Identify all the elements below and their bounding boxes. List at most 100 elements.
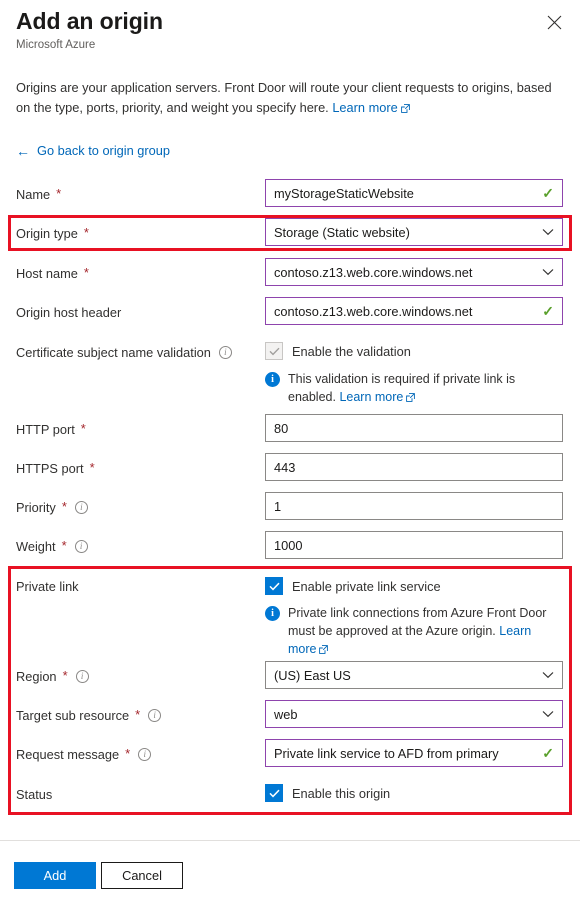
add-origin-dialog: Add an origin Microsoft Azure Origins ar…	[0, 0, 580, 905]
field-row-host-name: Host name * contoso.z13.web.core.windows.…	[0, 258, 580, 288]
http-port-label: HTTP port *	[16, 414, 86, 444]
cert-validation-learn-more-link[interactable]: Learn more	[339, 390, 403, 404]
region-dropdown[interactable]: (US) East US	[265, 661, 563, 689]
back-arrow-icon: ←	[16, 142, 30, 159]
required-marker: *	[83, 225, 89, 240]
field-row-target-sub-resource: Target sub resource * i web	[0, 700, 580, 730]
origin-host-header-value: contoso.z13.web.core.windows.net	[274, 303, 473, 319]
info-icon[interactable]: i	[138, 747, 152, 761]
info-icon[interactable]: i	[74, 539, 88, 553]
chevron-down-icon	[542, 228, 554, 236]
info-badge-icon: i	[265, 372, 280, 387]
host-name-dropdown[interactable]: contoso.z13.web.core.windows.net	[265, 258, 563, 286]
cancel-button[interactable]: Cancel	[101, 862, 183, 889]
private-link-info-text: Private link connections from Azure Fron…	[288, 604, 555, 658]
info-icon[interactable]: i	[75, 669, 89, 683]
target-sub-resource-label-text: Target sub resource	[16, 707, 130, 723]
valid-check-icon: ✓	[542, 303, 554, 319]
target-sub-resource-dropdown[interactable]: web	[265, 700, 563, 728]
field-row-https-port: HTTPS port * 443	[0, 453, 580, 483]
info-icon[interactable]: i	[218, 345, 232, 359]
chevron-down-icon	[542, 268, 554, 276]
target-sub-resource-label: Target sub resource * i	[16, 700, 162, 730]
field-row-origin-type: Origin type * Storage (Static website)	[0, 218, 580, 248]
info-icon[interactable]: i	[148, 708, 162, 722]
weight-label: Weight * i	[16, 531, 88, 561]
required-marker: *	[61, 538, 67, 553]
origin-type-label: Origin type *	[16, 218, 89, 248]
host-name-value: contoso.z13.web.core.windows.net	[274, 264, 473, 280]
close-icon[interactable]	[540, 8, 568, 36]
required-marker: *	[61, 499, 67, 514]
external-link-icon	[400, 104, 410, 113]
origin-type-label-text: Origin type	[16, 225, 78, 241]
request-message-input[interactable]: Private link service to AFD from primary…	[265, 739, 563, 767]
cert-validation-checkbox	[265, 342, 283, 360]
required-marker: *	[125, 746, 131, 761]
origin-type-dropdown[interactable]: Storage (Static website)	[265, 218, 563, 246]
go-back-label: Go back to origin group	[37, 143, 171, 158]
status-checkbox-row[interactable]: Enable this origin	[265, 783, 390, 803]
priority-label: Priority * i	[16, 492, 88, 522]
cert-validation-info-text: This validation is required if private l…	[288, 370, 555, 406]
http-port-value: 80	[274, 420, 289, 436]
https-port-label: HTTPS port *	[16, 453, 95, 483]
valid-check-icon: ✓	[542, 745, 554, 761]
info-icon[interactable]: i	[74, 500, 88, 514]
priority-label-text: Priority	[16, 499, 56, 515]
field-row-http-port: HTTP port * 80	[0, 414, 580, 444]
origin-type-value: Storage (Static website)	[274, 224, 410, 240]
intro-text: Origins are your application servers. Fr…	[16, 80, 552, 115]
cert-validation-checkbox-row[interactable]: Enable the validation	[265, 341, 411, 361]
field-row-weight: Weight * i 1000	[0, 531, 580, 561]
priority-input[interactable]: 1	[265, 492, 563, 520]
name-input[interactable]: myStorageStaticWebsite ✓	[265, 179, 563, 207]
page-title: Add an origin	[16, 8, 163, 34]
status-checkbox	[265, 784, 283, 802]
priority-value: 1	[274, 498, 282, 514]
region-label: Region * i	[16, 661, 89, 691]
target-sub-resource-value: web	[274, 706, 298, 722]
request-message-label-text: Request message	[16, 746, 120, 762]
private-link-checkbox	[265, 577, 283, 595]
http-port-input[interactable]: 80	[265, 414, 563, 442]
cert-validation-checkbox-label: Enable the validation	[292, 343, 411, 359]
weight-label-text: Weight	[16, 538, 56, 554]
host-name-label: Host name *	[16, 258, 89, 288]
footer-divider	[0, 840, 580, 841]
page-subtitle: Microsoft Azure	[16, 39, 96, 51]
required-marker: *	[56, 186, 62, 201]
external-link-icon	[319, 645, 329, 654]
https-port-value: 443	[274, 459, 296, 475]
https-port-label-text: HTTPS port	[16, 460, 84, 476]
required-marker: *	[89, 460, 95, 475]
weight-input[interactable]: 1000	[265, 531, 563, 559]
private-link-label-text: Private link	[16, 578, 79, 594]
field-row-request-message: Request message * i Private link service t…	[0, 739, 580, 769]
dialog-header: Add an origin Microsoft Azure	[16, 6, 163, 53]
add-button[interactable]: Add	[14, 862, 96, 889]
chevron-down-icon	[542, 710, 554, 718]
cert-validation-label: Certificate subject name validation i	[16, 337, 232, 367]
intro-learn-more-link[interactable]: Learn more	[332, 100, 397, 115]
private-link-checkbox-label: Enable private link service	[292, 578, 441, 594]
origin-host-header-label: Origin host header	[16, 297, 121, 327]
field-row-priority: Priority * i 1	[0, 492, 580, 522]
https-port-input[interactable]: 443	[265, 453, 563, 481]
required-marker: *	[80, 421, 86, 436]
http-port-label-text: HTTP port	[16, 421, 75, 437]
region-value: (US) East US	[274, 667, 351, 683]
status-label: Status	[16, 779, 52, 809]
origin-host-header-input[interactable]: contoso.z13.web.core.windows.net ✓	[265, 297, 563, 325]
status-label-text: Status	[16, 786, 53, 802]
name-label-text: Name	[16, 186, 51, 202]
cert-validation-info-callout: i This validation is required if private…	[265, 370, 555, 406]
required-marker: *	[83, 265, 89, 280]
footer-actions: Add Cancel	[14, 862, 183, 889]
private-link-checkbox-row[interactable]: Enable private link service	[265, 576, 441, 596]
go-back-link[interactable]: ← Go back to origin group	[16, 143, 170, 158]
valid-check-icon: ✓	[542, 185, 554, 201]
required-marker: *	[135, 707, 141, 722]
info-badge-icon: i	[265, 606, 280, 621]
request-message-value: Private link service to AFD from primary	[274, 745, 499, 761]
